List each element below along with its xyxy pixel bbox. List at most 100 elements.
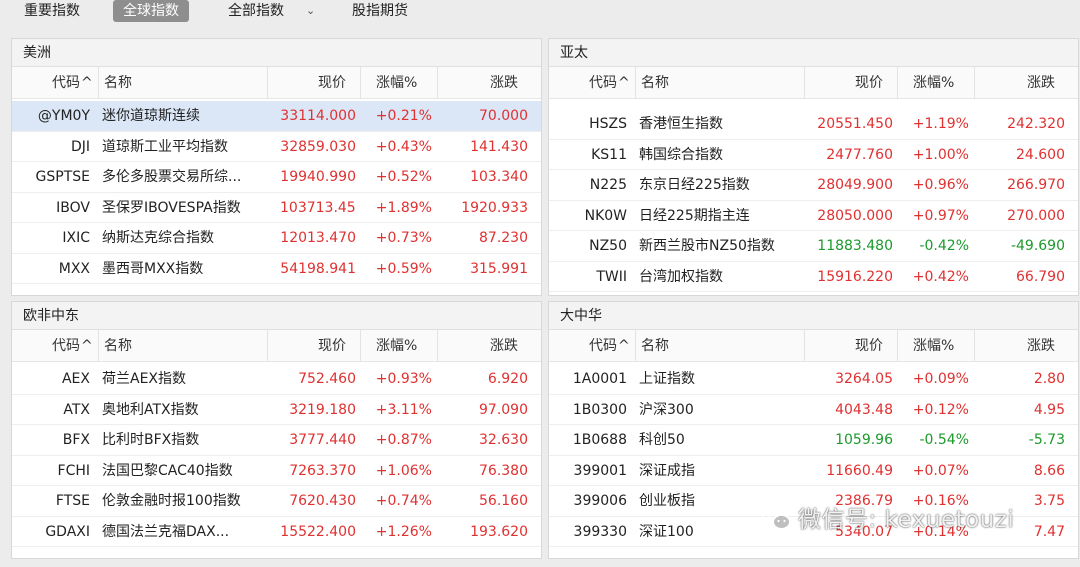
- cell-change: 193.620: [470, 523, 528, 540]
- table-row[interactable]: GDAXI 德国法兰克福DAX... 15522.400 +1.26% 193.…: [12, 517, 541, 547]
- table-row[interactable]: AEX 荷兰AEX指数 752.460 +0.93% 6.920: [12, 364, 541, 395]
- wechat-watermark: 微信号: kexuetouzi: [762, 500, 1014, 534]
- table-row[interactable]: IXIC 纳斯达克综合指数 12013.470 +0.73% 87.230: [12, 223, 541, 254]
- cell-name: 多伦多股票交易所综...: [102, 169, 242, 185]
- table-row[interactable]: 399001 深证成指 11660.49 +0.07% 8.66: [549, 456, 1078, 486]
- cell-name: 东京日经225指数: [639, 177, 750, 193]
- column-header-change[interactable]: 涨跌: [1027, 67, 1055, 99]
- column-header-pct[interactable]: 涨幅%: [376, 67, 417, 99]
- cell-change: 2.80: [1033, 371, 1065, 387]
- table-row-partial[interactable]: [549, 292, 1078, 295]
- table-row[interactable]: 1A0001 上证指数 3264.05 +0.09% 2.80: [549, 364, 1078, 395]
- table-row[interactable]: FCHI 法国巴黎CAC40指数 7263.370 +1.06% 76.380: [12, 456, 541, 486]
- cell-change: 141.430: [470, 138, 528, 155]
- cell-code: AEX: [61, 371, 90, 387]
- cell-change-percent: +1.19%: [912, 116, 969, 132]
- column-header-price[interactable]: 现价: [318, 67, 346, 99]
- cell-price: 103713.453: [280, 199, 356, 216]
- sort-asc-icon: ^: [81, 75, 93, 91]
- cell-code: FTSE: [55, 493, 90, 509]
- column-header-code[interactable]: 代码^: [52, 67, 93, 99]
- table-row[interactable]: BFX 比利时BFX指数 3777.440 +0.87% 32.630: [12, 425, 541, 456]
- table-row[interactable]: MXX 墨西哥MXX指数 54198.941 +0.59% 315.991: [12, 254, 541, 284]
- column-header-name[interactable]: 名称: [641, 330, 669, 362]
- table-row[interactable]: GSPTSE 多伦多股票交易所综... 19940.990 +0.52% 103…: [12, 162, 541, 193]
- tab-global-indices[interactable]: 全球指数: [113, 0, 189, 22]
- cell-price: 28050.000: [817, 207, 893, 224]
- cell-code: 399001: [573, 462, 627, 479]
- column-header-code[interactable]: 代码^: [589, 330, 630, 362]
- column-header-name[interactable]: 名称: [104, 67, 132, 99]
- cell-change-percent: +0.96%: [912, 177, 969, 193]
- column-header-change[interactable]: 涨跌: [490, 330, 518, 362]
- chevron-down-icon[interactable]: ⌄: [306, 0, 315, 22]
- cell-change-percent: +0.42%: [912, 268, 969, 285]
- cell-name: 德国法兰克福DAX...: [102, 523, 230, 540]
- cell-price: 15916.220: [817, 268, 893, 285]
- cell-name: 墨西哥MXX指数: [102, 260, 204, 277]
- table-row[interactable]: 1B0300 沪深300 4043.48 +0.12% 4.95: [549, 395, 1078, 425]
- table-row[interactable]: IBOV 圣保罗IBOVESPA指数 103713.453 +1.89% 192…: [12, 193, 541, 223]
- cell-name: 韩国综合指数: [639, 146, 723, 163]
- table-row[interactable]: DJI 道琼斯工业平均指数 32859.030 +0.43% 141.430: [12, 132, 541, 162]
- column-header-pct[interactable]: 涨幅%: [913, 330, 954, 362]
- cell-code: KS11: [591, 146, 627, 163]
- tab-index-futures[interactable]: 股指期货: [342, 0, 418, 22]
- table-row[interactable]: FTSE 伦敦金融时报100指数 7620.430 +0.74% 56.160: [12, 486, 541, 517]
- table-row[interactable]: NK0W 日经225期指主连 28050.000 +0.97% 270.000: [549, 201, 1078, 231]
- cell-change-percent: +0.74%: [375, 493, 432, 509]
- tab-all-indices[interactable]: 全部指数: [218, 0, 294, 22]
- cell-change-percent: +1.00%: [912, 146, 969, 163]
- table-header: 代码^ 名称 现价 涨幅% 涨跌: [549, 330, 1078, 362]
- column-header-price[interactable]: 现价: [855, 330, 883, 362]
- watermark-text: 微信号: kexuetouzi: [798, 507, 1015, 533]
- cell-price: 33114.000: [280, 108, 356, 124]
- table-row[interactable]: 1B0688 科创50 1059.96 -0.54% -5.73: [549, 425, 1078, 456]
- table-row[interactable]: NZ50 新西兰股市NZ50指数 11883.480 -0.42% -49.69…: [549, 231, 1078, 262]
- tab-important-indices[interactable]: 重要指数: [14, 0, 90, 22]
- cell-change: 76.380: [479, 462, 528, 479]
- sort-asc-icon: ^: [618, 75, 630, 91]
- column-header-price[interactable]: 现价: [855, 67, 883, 99]
- cell-price: 32859.030: [280, 138, 356, 155]
- column-header-code[interactable]: 代码^: [589, 67, 630, 99]
- cell-price: 1059.96: [835, 432, 893, 448]
- table-body: AEX 荷兰AEX指数 752.460 +0.93% 6.920 ATX 奥地利…: [12, 364, 541, 558]
- column-header-name[interactable]: 名称: [104, 330, 132, 362]
- cell-change-percent: +0.52%: [375, 169, 432, 185]
- column-header-pct[interactable]: 涨幅%: [913, 67, 954, 99]
- table-row-partial[interactable]: [12, 547, 541, 558]
- table-body: @YM0Y 迷你道琼斯连续 33114.000 +0.21% 70.000 DJ…: [12, 101, 541, 295]
- table-row[interactable]: KS11 韩国综合指数 2477.760 +1.00% 24.600: [549, 140, 1078, 170]
- cell-name: 法国巴黎CAC40指数: [102, 462, 233, 479]
- table-row[interactable]: HSZS 香港恒生指数 20551.450 +1.19% 242.320: [549, 109, 1078, 140]
- cell-change: 66.790: [1016, 268, 1065, 285]
- cell-price: 3219.180: [289, 401, 356, 418]
- cell-change-percent: +0.43%: [375, 138, 432, 155]
- column-header-name[interactable]: 名称: [641, 67, 669, 99]
- table-row[interactable]: ATX 奥地利ATX指数 3219.180 +3.11% 97.090: [12, 395, 541, 425]
- cell-price: 12013.470: [280, 230, 356, 246]
- cell-price: 15522.400: [280, 523, 356, 540]
- table-row-partial[interactable]: [12, 284, 541, 295]
- cell-price: 19940.990: [280, 169, 356, 185]
- cell-change: 87.230: [479, 230, 528, 246]
- table-row[interactable]: N225 东京日经225指数 28049.900 +0.96% 266.970: [549, 170, 1078, 201]
- column-header-code-label: 代码: [589, 338, 617, 354]
- table-row[interactable]: TWII 台湾加权指数 15916.220 +0.42% 66.790: [549, 262, 1078, 292]
- table-header: 代码^ 名称 现价 涨幅% 涨跌: [12, 67, 541, 99]
- cell-code: MXX: [58, 260, 90, 277]
- cell-change: 1920.933: [461, 199, 528, 216]
- column-header-code[interactable]: 代码^: [52, 330, 93, 362]
- cell-change: 315.991: [470, 260, 528, 277]
- cell-change: 266.970: [1007, 177, 1065, 193]
- column-header-price[interactable]: 现价: [318, 330, 346, 362]
- column-header-pct[interactable]: 涨幅%: [376, 330, 417, 362]
- column-header-change[interactable]: 涨跌: [1027, 330, 1055, 362]
- cell-name: 上证指数: [639, 371, 695, 387]
- cell-change-percent: +0.73%: [375, 230, 432, 246]
- table-row[interactable]: @YM0Y 迷你道琼斯连续 33114.000 +0.21% 70.000: [12, 101, 541, 132]
- table-row-partial[interactable]: [549, 547, 1078, 558]
- column-header-change[interactable]: 涨跌: [490, 67, 518, 99]
- table-body: HSZS 香港恒生指数 20551.450 +1.19% 242.320 KS1…: [549, 101, 1078, 295]
